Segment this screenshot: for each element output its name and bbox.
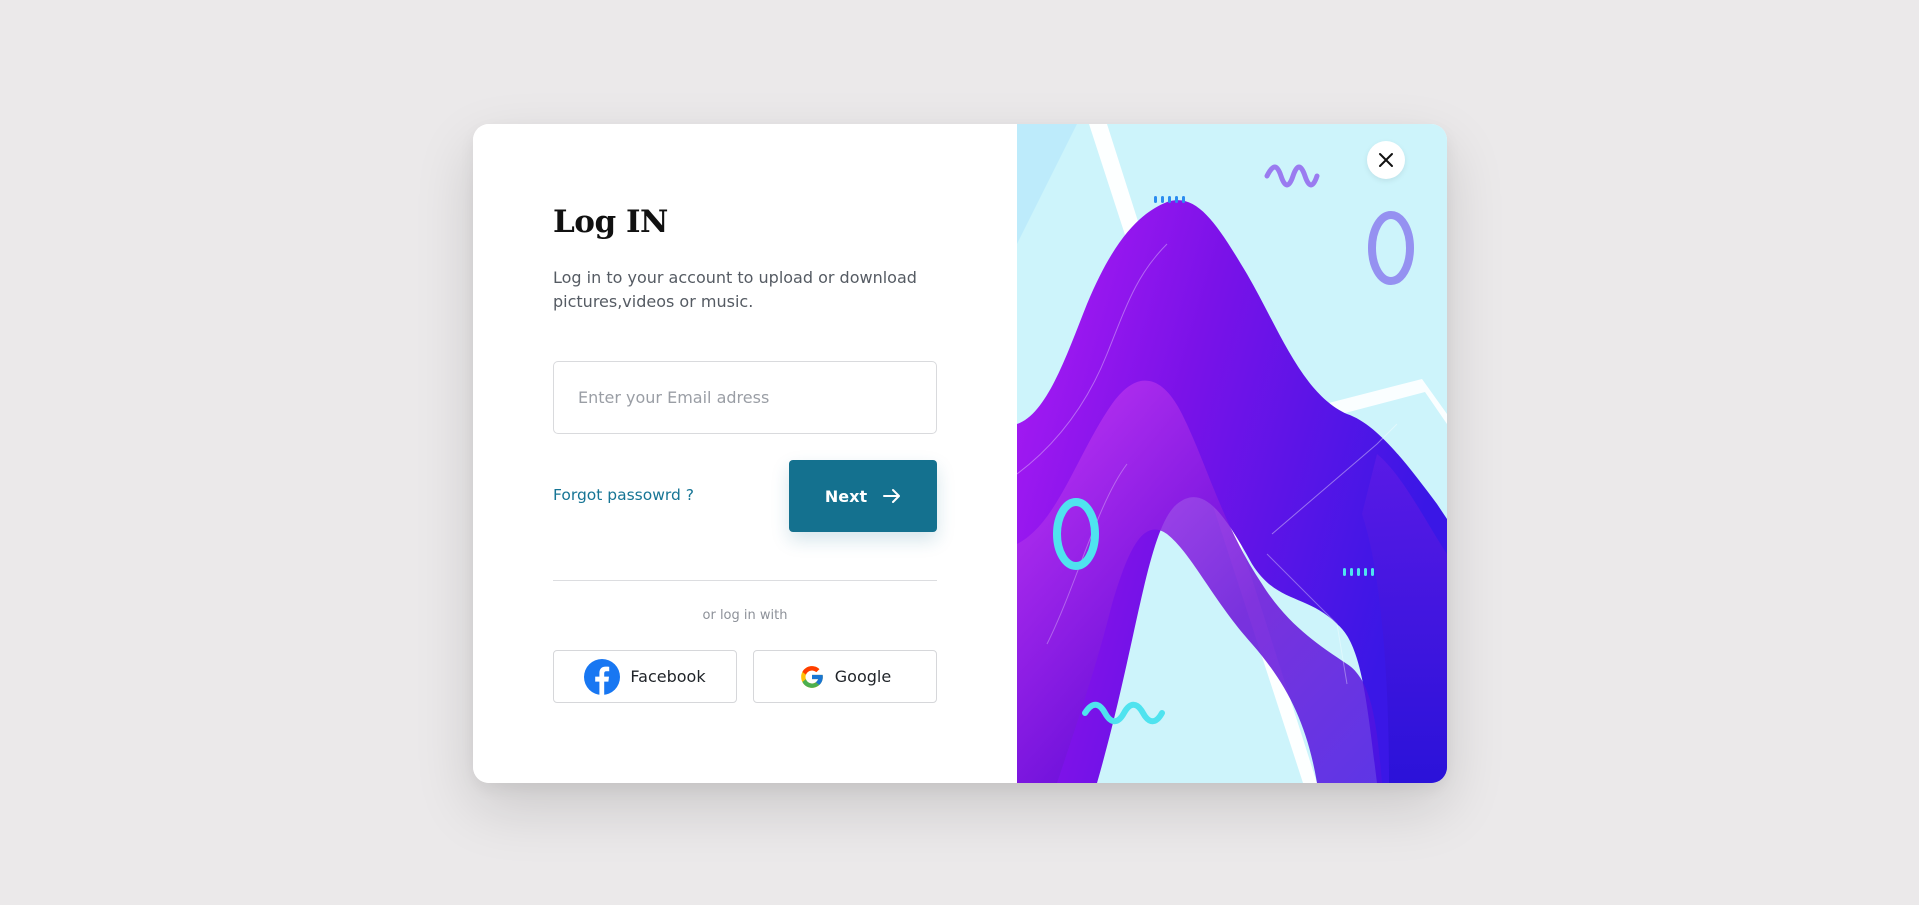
- google-login-button[interactable]: Google: [753, 650, 937, 703]
- close-button[interactable]: [1367, 141, 1405, 179]
- alternate-login-label: or log in with: [702, 608, 788, 623]
- divider: [553, 580, 937, 581]
- abstract-wave-illustration: [1017, 124, 1447, 783]
- login-modal: Log IN Log in to your account to upload …: [473, 124, 1447, 783]
- facebook-login-button[interactable]: Facebook: [553, 650, 737, 703]
- email-field[interactable]: [553, 361, 937, 434]
- arrow-right-icon: [883, 488, 901, 504]
- next-button-label: Next: [824, 486, 868, 506]
- forgot-password-link[interactable]: Forgot passowrd ?: [553, 486, 694, 504]
- google-login-label: Google: [834, 667, 892, 686]
- next-button[interactable]: Next: [789, 460, 937, 532]
- google-icon: [799, 664, 825, 690]
- page-title: Log IN: [553, 204, 668, 240]
- facebook-login-label: Facebook: [630, 667, 706, 686]
- login-description: Log in to your account to upload or down…: [553, 268, 917, 311]
- login-panel: Log IN Log in to your account to upload …: [473, 124, 1017, 783]
- decorative-illustration: [1017, 124, 1447, 783]
- facebook-icon: [584, 658, 621, 695]
- close-icon: [1378, 152, 1394, 168]
